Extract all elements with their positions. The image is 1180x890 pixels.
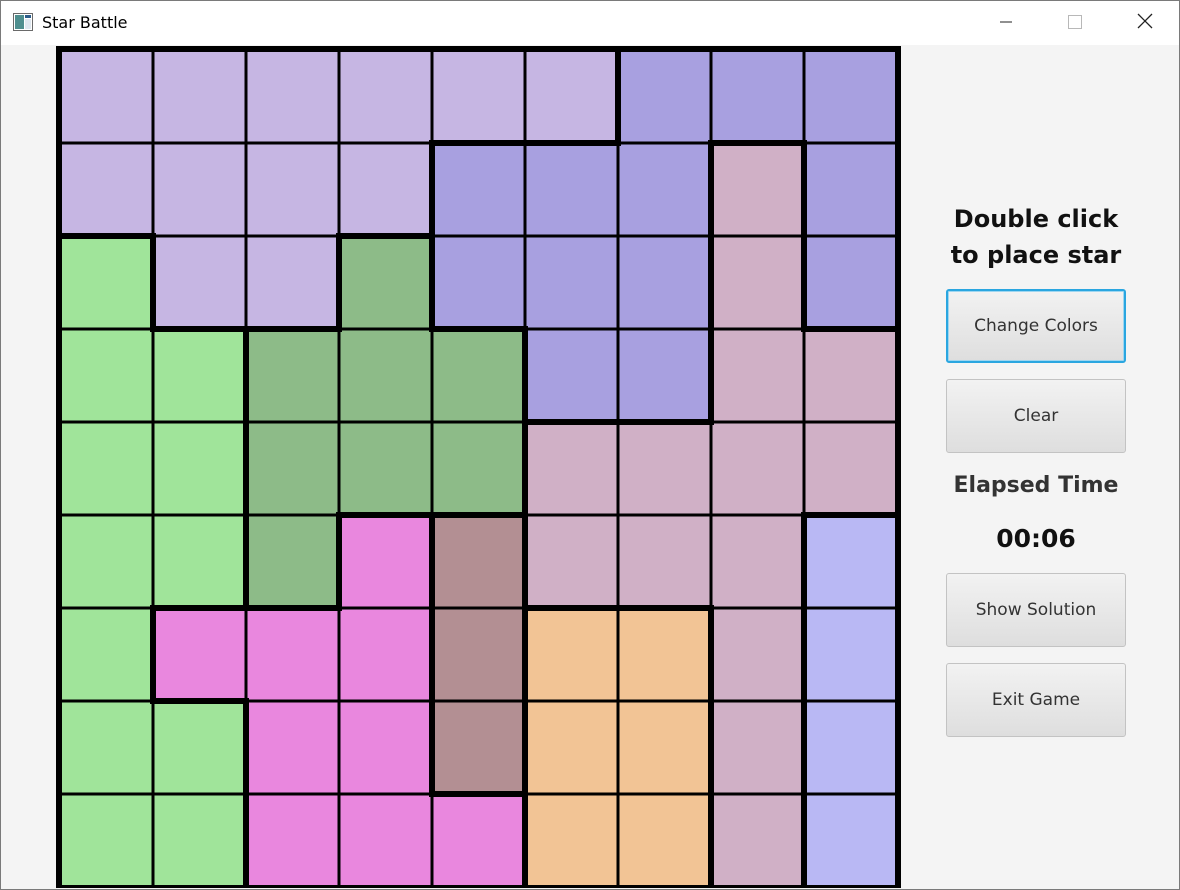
board-cell[interactable] — [712, 330, 803, 421]
board-cell[interactable] — [433, 330, 524, 421]
board-cell[interactable] — [247, 144, 338, 235]
board-cell[interactable] — [526, 609, 617, 700]
board-cell[interactable] — [154, 237, 245, 328]
minimize-icon — [999, 14, 1013, 33]
board-cell[interactable] — [247, 237, 338, 328]
board-cell[interactable] — [712, 795, 803, 886]
close-button[interactable] — [1122, 1, 1168, 45]
board-cell[interactable] — [805, 51, 896, 142]
change-colors-button[interactable]: Change Colors — [946, 289, 1126, 363]
board-cell[interactable] — [805, 795, 896, 886]
board-cell[interactable] — [247, 423, 338, 514]
board-cell[interactable] — [805, 609, 896, 700]
board-cell[interactable] — [61, 702, 152, 793]
board-cell[interactable] — [154, 795, 245, 886]
board-cell[interactable] — [433, 516, 524, 607]
board-cell[interactable] — [247, 330, 338, 421]
board-cell[interactable] — [247, 795, 338, 886]
minimize-button[interactable] — [983, 1, 1029, 45]
board-cell[interactable] — [340, 237, 431, 328]
board-cell[interactable] — [805, 330, 896, 421]
board-cell[interactable] — [805, 702, 896, 793]
board-cell[interactable] — [433, 237, 524, 328]
instruction-text: Double click to place star — [950, 205, 1122, 269]
board-cell[interactable] — [526, 144, 617, 235]
board-cell[interactable] — [154, 330, 245, 421]
board-cell[interactable] — [154, 702, 245, 793]
board-cell[interactable] — [340, 609, 431, 700]
board-cell[interactable] — [433, 795, 524, 886]
board-cell[interactable] — [712, 516, 803, 607]
board-cell[interactable] — [619, 330, 710, 421]
board-cell[interactable] — [61, 51, 152, 142]
board-cell[interactable] — [247, 51, 338, 142]
board-cell[interactable] — [61, 609, 152, 700]
board-cell[interactable] — [712, 423, 803, 514]
board-cell[interactable] — [619, 702, 710, 793]
board-cell[interactable] — [805, 144, 896, 235]
board-cell[interactable] — [154, 51, 245, 142]
maximize-icon — [1068, 14, 1082, 33]
app-window: Star Battle Double click to place star C… — [0, 0, 1180, 890]
board-cell[interactable] — [526, 702, 617, 793]
board-cell[interactable] — [619, 516, 710, 607]
board-cell[interactable] — [805, 423, 896, 514]
board-cell[interactable] — [340, 330, 431, 421]
board-cell[interactable] — [433, 51, 524, 142]
close-icon — [1137, 13, 1153, 33]
star-battle-board — [56, 46, 901, 888]
board-cell[interactable] — [805, 237, 896, 328]
board-cell[interactable] — [619, 609, 710, 700]
board-cell[interactable] — [154, 144, 245, 235]
board-cell[interactable] — [154, 609, 245, 700]
board-cell[interactable] — [526, 330, 617, 421]
board-cell[interactable] — [61, 423, 152, 514]
board-cell[interactable] — [712, 702, 803, 793]
board-cell[interactable] — [247, 609, 338, 700]
show-solution-button[interactable]: Show Solution — [946, 573, 1126, 647]
board-cell[interactable] — [526, 516, 617, 607]
board-cell[interactable] — [61, 144, 152, 235]
board-cell[interactable] — [340, 702, 431, 793]
board-cell[interactable] — [526, 237, 617, 328]
elapsed-time-value: 00:06 — [996, 524, 1076, 553]
board-cell[interactable] — [61, 516, 152, 607]
board-cell[interactable] — [619, 423, 710, 514]
board-cell[interactable] — [619, 144, 710, 235]
board-cell[interactable] — [340, 144, 431, 235]
board-cell[interactable] — [619, 51, 710, 142]
board-cell[interactable] — [619, 237, 710, 328]
board-cell[interactable] — [154, 516, 245, 607]
board-cell[interactable] — [433, 609, 524, 700]
board-cell[interactable] — [526, 423, 617, 514]
board-cell[interactable] — [340, 51, 431, 142]
elapsed-time-label: Elapsed Time — [953, 473, 1119, 498]
title-bar[interactable]: Star Battle — [1, 1, 1179, 45]
board-cell[interactable] — [340, 795, 431, 886]
board-cell[interactable] — [247, 702, 338, 793]
maximize-button[interactable] — [1052, 1, 1098, 45]
board-cell[interactable] — [247, 516, 338, 607]
java-app-icon — [13, 13, 33, 31]
board-cell[interactable] — [712, 144, 803, 235]
board-cell[interactable] — [433, 144, 524, 235]
board-cell[interactable] — [340, 516, 431, 607]
clear-button[interactable]: Clear — [946, 379, 1126, 453]
board-cell[interactable] — [805, 516, 896, 607]
window-title: Star Battle — [42, 13, 128, 32]
board-cell[interactable] — [61, 330, 152, 421]
board-cell[interactable] — [340, 423, 431, 514]
board-cell[interactable] — [526, 51, 617, 142]
board-cell[interactable] — [712, 51, 803, 142]
board-cell[interactable] — [433, 423, 524, 514]
board-cell[interactable] — [433, 702, 524, 793]
board-cell[interactable] — [619, 795, 710, 886]
board-cell[interactable] — [61, 795, 152, 886]
exit-game-button[interactable]: Exit Game — [946, 663, 1126, 737]
board-cell[interactable] — [61, 237, 152, 328]
board-cell[interactable] — [154, 423, 245, 514]
board-cell[interactable] — [526, 795, 617, 886]
board-cell[interactable] — [712, 237, 803, 328]
board-cell[interactable] — [712, 609, 803, 700]
